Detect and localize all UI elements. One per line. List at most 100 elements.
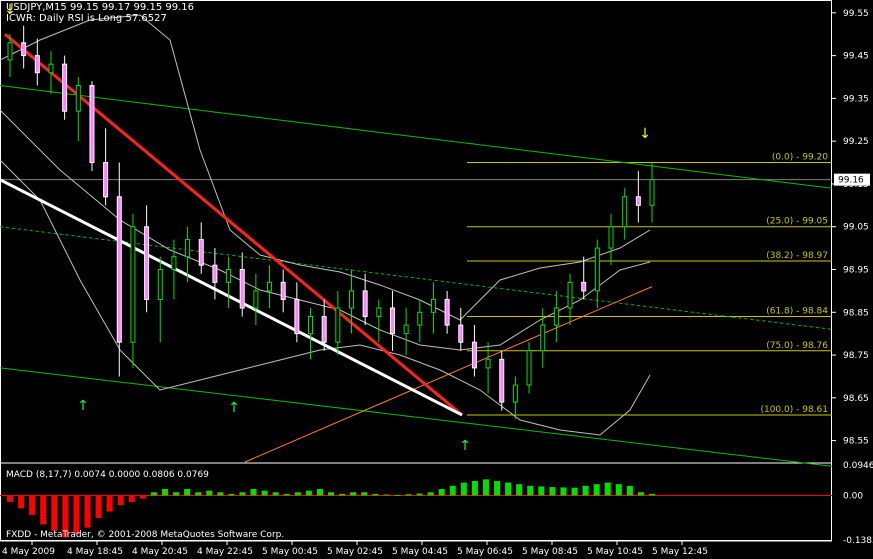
red-trend-line bbox=[4, 33, 463, 417]
candle-body bbox=[321, 316, 327, 343]
candle-body bbox=[21, 42, 27, 57]
macd-histogram-bar bbox=[516, 484, 523, 496]
macd-histogram-bar bbox=[593, 484, 600, 496]
fib-level-label: (100.0) - 98.61 bbox=[760, 405, 828, 415]
candle-body bbox=[458, 324, 464, 343]
macd-histogram-bar bbox=[173, 492, 180, 496]
fib-level-label: (0.0) - 99.20 bbox=[772, 153, 828, 163]
price-tick-label: 99.25 bbox=[843, 137, 869, 147]
candle-body bbox=[430, 298, 436, 313]
price-tick-label: 98.55 bbox=[843, 437, 869, 447]
buy-arrow-icon: ↑ bbox=[77, 398, 89, 414]
macd-histogram-bar bbox=[637, 492, 644, 496]
macd-histogram-bar bbox=[195, 492, 202, 496]
price-tick-label: 98.75 bbox=[843, 351, 869, 361]
time-tick-label: 5 May 12:45 bbox=[652, 547, 708, 557]
price-tick-label: 99.35 bbox=[843, 94, 869, 104]
price-tick-label: 98.65 bbox=[843, 394, 869, 404]
macd-histogram-bar bbox=[73, 495, 80, 535]
macd-histogram-bar bbox=[560, 487, 567, 496]
macd-histogram-bar bbox=[649, 493, 655, 496]
price-tick-label: 98.95 bbox=[843, 266, 869, 276]
candle-body bbox=[540, 324, 546, 352]
candle-body bbox=[185, 239, 191, 258]
channel-lower-line bbox=[0, 367, 833, 467]
candle-body bbox=[635, 196, 641, 206]
candle-body bbox=[239, 269, 245, 309]
candle-body bbox=[89, 85, 95, 164]
macd-histogram-bar bbox=[150, 492, 157, 496]
macd-histogram-bar bbox=[184, 489, 191, 496]
time-tick-label: 5 May 08:45 bbox=[522, 547, 578, 557]
time-tick-label: 5 May 10:45 bbox=[587, 547, 643, 557]
current-price-label: 99.16 bbox=[838, 176, 864, 186]
candle-body bbox=[581, 281, 587, 292]
candle-body bbox=[62, 63, 68, 112]
macd-histogram-bar bbox=[18, 495, 25, 509]
price-tick-label: 99.45 bbox=[843, 52, 869, 62]
macd-histogram-bar bbox=[350, 492, 357, 496]
macd-histogram-bar bbox=[228, 493, 235, 496]
macd-tick-label: 0.00 bbox=[843, 491, 863, 501]
fib-level-label: (38.2) - 98.97 bbox=[766, 251, 828, 261]
candle-body bbox=[553, 307, 559, 326]
macd-histogram-bar bbox=[328, 492, 334, 496]
macd-histogram-bar bbox=[460, 482, 467, 496]
macd-histogram-bar bbox=[84, 495, 91, 528]
candle-body bbox=[567, 281, 573, 309]
macd-histogram-bar bbox=[305, 490, 312, 496]
fib-level-label: (25.0) - 99.05 bbox=[766, 217, 828, 227]
candle-body bbox=[608, 226, 614, 249]
candle-body bbox=[389, 307, 395, 335]
candle-body bbox=[512, 384, 518, 403]
macd-histogram-bar bbox=[582, 485, 589, 496]
sell-arrow-icon: ↓ bbox=[639, 126, 651, 142]
macd-histogram-bar bbox=[361, 492, 368, 496]
candle-body bbox=[417, 311, 423, 326]
candle-body bbox=[75, 85, 81, 112]
candle-body bbox=[34, 55, 40, 74]
candle-body bbox=[253, 290, 259, 309]
macd-histogram-bar bbox=[7, 495, 13, 502]
candle-body bbox=[267, 281, 273, 292]
macd-histogram-bar bbox=[217, 492, 224, 496]
candle-body bbox=[485, 358, 491, 369]
chart-canvas[interactable]: 99.5599.4599.3599.2599.1599.0598.9598.85… bbox=[0, 0, 873, 559]
macd-histogram-bar bbox=[117, 495, 124, 506]
time-tick-label: 4 May 2009 bbox=[2, 547, 55, 557]
macd-histogram-bar bbox=[394, 494, 401, 496]
macd-histogram-bar bbox=[427, 492, 434, 496]
band-upper bbox=[0, 14, 651, 321]
macd-label: MACD (8,17,7) 0.0074 0.0000 0.0806 0.076… bbox=[6, 470, 209, 480]
macd-histogram-bar bbox=[339, 493, 346, 496]
candle-body bbox=[198, 239, 204, 266]
candle-body bbox=[403, 324, 409, 335]
macd-histogram-bar bbox=[250, 489, 257, 496]
macd-tick-label: -0.1383 bbox=[843, 536, 873, 546]
candle-body bbox=[144, 226, 150, 300]
macd-histogram-bar bbox=[416, 493, 423, 496]
macd-histogram-bar bbox=[571, 487, 578, 496]
candle-body bbox=[212, 264, 218, 283]
macd-tick-label: 0.0946 bbox=[843, 461, 873, 471]
time-tick-label: 5 May 04:45 bbox=[392, 547, 448, 557]
macd-histogram-bar bbox=[106, 495, 113, 512]
candle-body bbox=[376, 307, 382, 318]
macd-histogram-bar bbox=[494, 480, 501, 496]
price-tick-label: 99.05 bbox=[843, 223, 869, 233]
macd-histogram-bar bbox=[549, 487, 556, 496]
candle-body bbox=[308, 316, 314, 335]
macd-histogram-bar bbox=[615, 484, 622, 496]
macd-histogram-bar bbox=[161, 489, 168, 496]
candle-body bbox=[116, 196, 122, 343]
candle-body bbox=[526, 350, 532, 386]
candle-body bbox=[594, 247, 600, 292]
macd-histogram-bar bbox=[604, 482, 611, 496]
candle-body bbox=[622, 196, 628, 228]
macd-histogram-bar bbox=[449, 485, 456, 496]
time-tick-label: 4 May 18:45 bbox=[67, 547, 123, 557]
channel-upper-line bbox=[0, 85, 833, 189]
candle-body bbox=[294, 298, 300, 335]
macd-histogram-bar bbox=[482, 479, 489, 496]
macd-histogram-bar bbox=[405, 494, 412, 496]
